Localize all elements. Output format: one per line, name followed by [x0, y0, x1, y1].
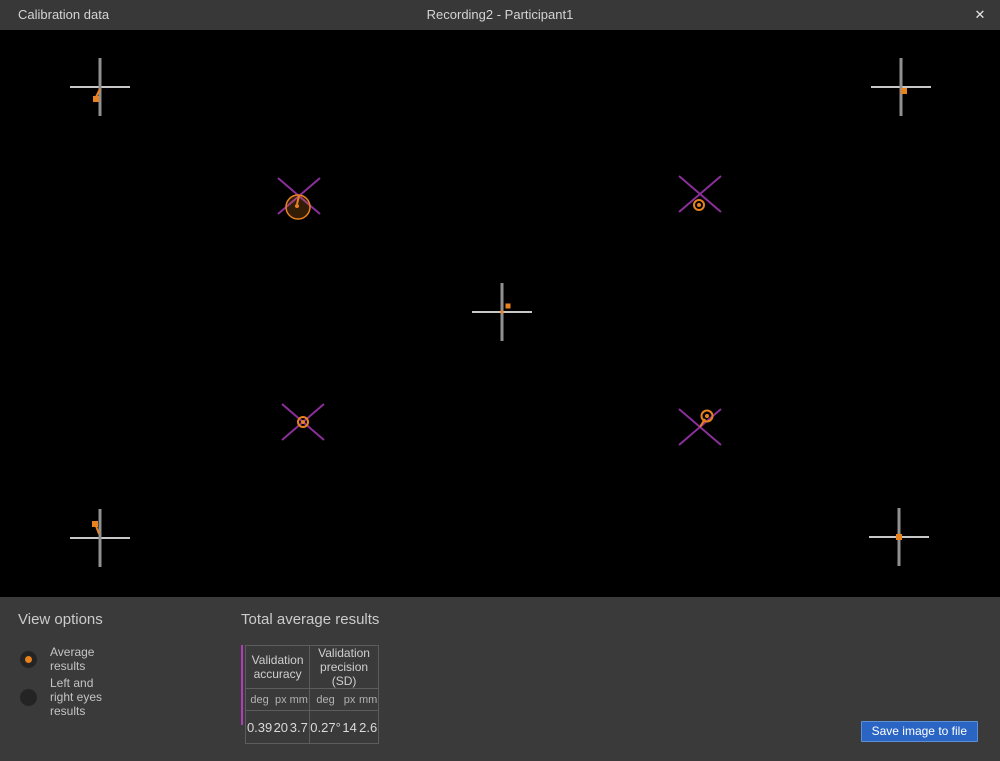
calibration-point-lower-mid-right: [679, 409, 721, 445]
unit-cell: px: [341, 689, 358, 711]
table-units-row: deg px mm deg px mm: [246, 689, 379, 711]
radio-label: Average results: [50, 645, 103, 673]
unit-cell: deg: [246, 689, 273, 711]
col-validation-accuracy: Validation accuracy: [246, 646, 309, 689]
calibration-points-canvas: [0, 30, 1000, 597]
calibration-point-lower-mid-left: [282, 404, 324, 440]
value-cell: 2.6: [358, 711, 379, 744]
calibration-point-top-left: [70, 58, 130, 116]
close-icon[interactable]: ✕: [970, 6, 990, 24]
radio-average-results[interactable]: Average results: [20, 645, 103, 673]
table-group-header-row: Validation accuracy Validation precision…: [246, 646, 379, 689]
unit-cell: mm: [289, 689, 309, 711]
value-cell: 14: [341, 711, 358, 744]
col-validation-precision: Validation precision (SD): [309, 646, 379, 689]
calibration-point-upper-mid-right: [679, 176, 721, 212]
bottom-panel: View options Average results Left and ri…: [0, 597, 1000, 761]
results-heading: Total average results: [241, 611, 379, 628]
view-options-heading: View options: [18, 611, 103, 628]
calibration-point-center: [472, 283, 532, 341]
calibration-point-top-right: [871, 58, 931, 116]
value-cell: 20: [273, 711, 289, 744]
calibration-plot-area: [0, 30, 1000, 597]
table-values-row: 0.39 20 3.7 0.27° 14 2.6: [246, 711, 379, 744]
radio-left-right-eyes-results[interactable]: Left and right eyes results: [20, 676, 103, 718]
calibration-data-window: Calibration data Recording2 - Participan…: [0, 0, 1000, 761]
results-table: Validation accuracy Validation precision…: [245, 645, 379, 744]
total-average-results-section: Total average results Validation accurac…: [241, 611, 379, 628]
recording-participant-label: Recording2 - Participant1: [0, 7, 1000, 22]
radio-button-icon[interactable]: [20, 651, 37, 668]
save-image-to-file-button[interactable]: Save image to file: [861, 721, 978, 742]
calibration-point-upper-mid-left: [278, 178, 320, 219]
calibration-point-bottom-left: [70, 509, 130, 567]
unit-cell: deg: [309, 689, 341, 711]
radio-button-icon[interactable]: [20, 689, 37, 706]
unit-cell: px: [273, 689, 289, 711]
view-options-section: View options Average results Left and ri…: [18, 611, 103, 628]
accent-bar: [241, 645, 243, 725]
value-cell: 0.39: [246, 711, 273, 744]
calibration-point-bottom-right: [869, 508, 929, 566]
value-cell: 0.27°: [309, 711, 341, 744]
results-table-wrap: Validation accuracy Validation precision…: [241, 645, 379, 744]
value-cell: 3.7: [289, 711, 309, 744]
radio-label: Left and right eyes results: [50, 676, 103, 718]
unit-cell: mm: [358, 689, 379, 711]
titlebar: Calibration data Recording2 - Participan…: [0, 0, 1000, 30]
